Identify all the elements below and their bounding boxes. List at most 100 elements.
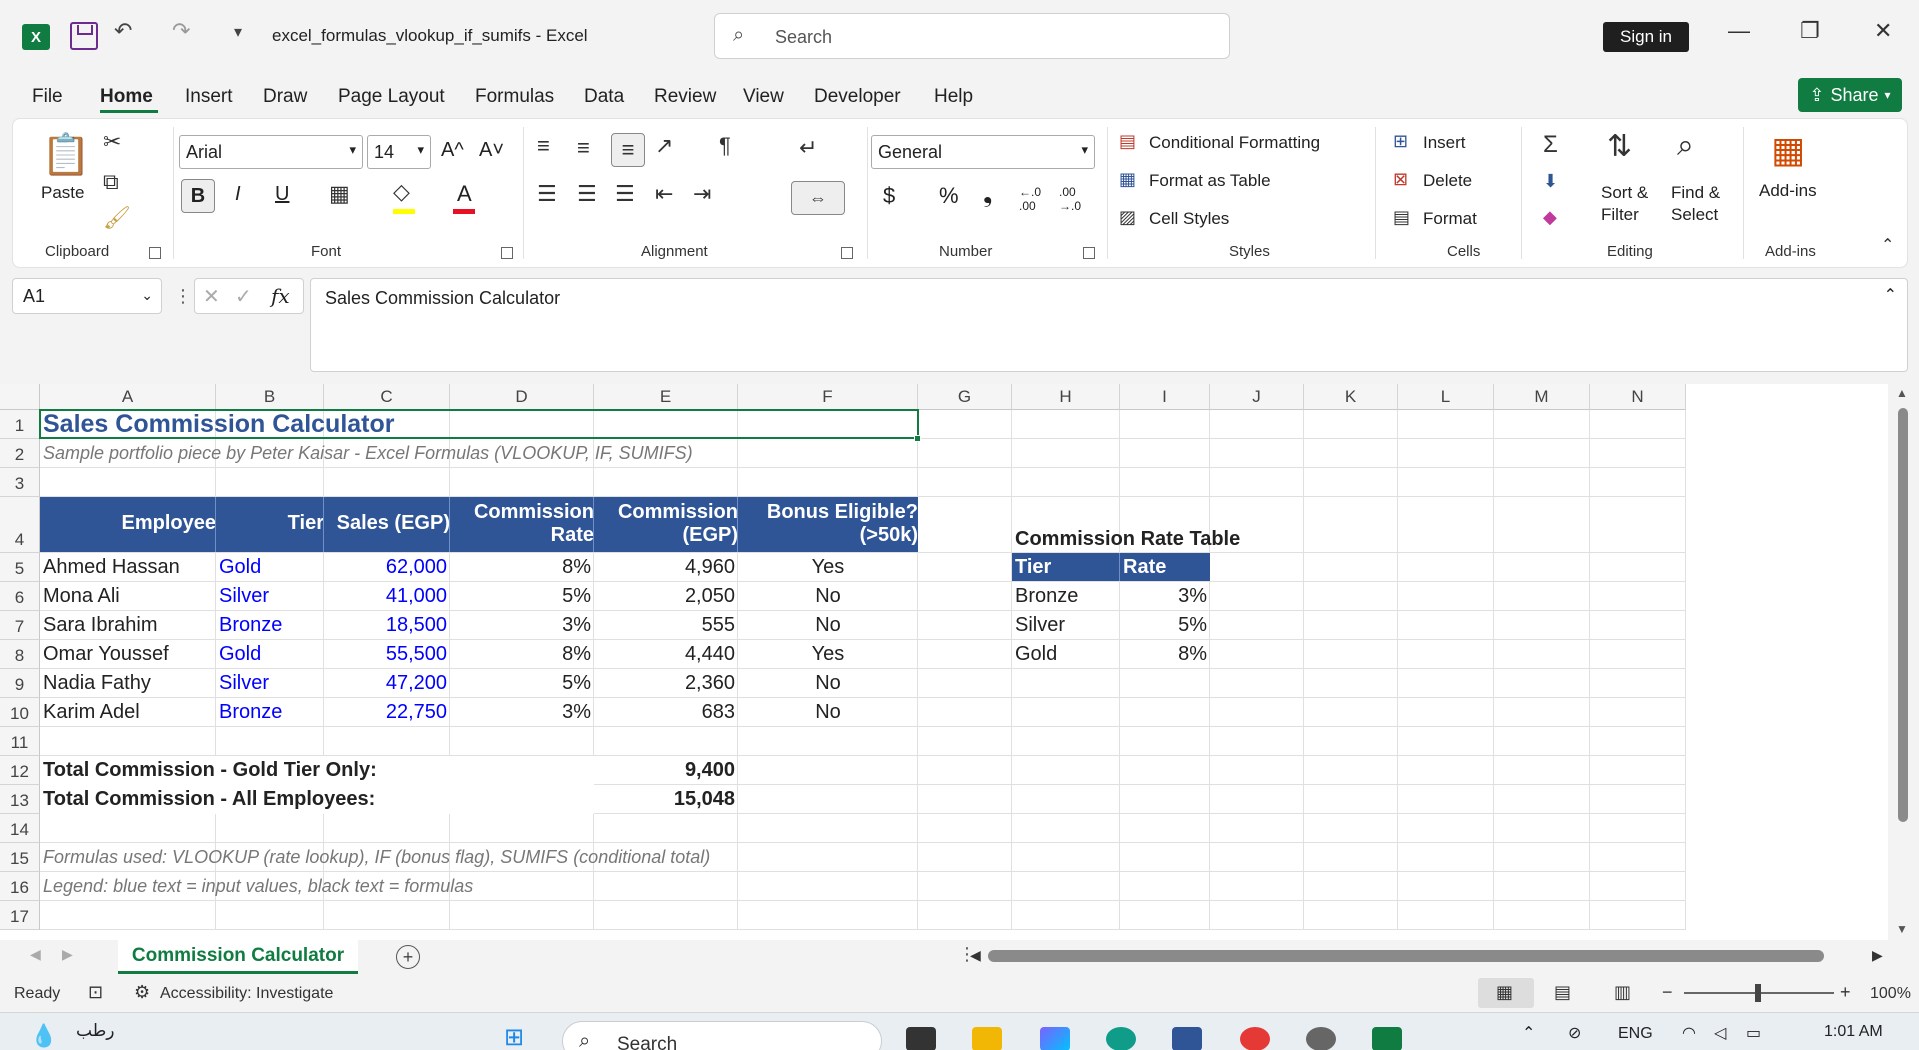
- page-layout-view-icon[interactable]: ▤: [1554, 982, 1571, 1003]
- font-launcher-icon[interactable]: [501, 247, 513, 259]
- tier-value[interactable]: Gold: [216, 553, 324, 582]
- vertical-scroll-thumb[interactable]: [1898, 408, 1908, 822]
- number-launcher-icon[interactable]: [1083, 247, 1095, 259]
- wrap-text-icon[interactable]: ↵: [799, 135, 817, 161]
- tab-file[interactable]: File: [32, 86, 63, 108]
- macro-record-icon[interactable]: ⊡: [88, 982, 103, 1003]
- row-header-5[interactable]: 5: [0, 553, 40, 582]
- sort-filter-button[interactable]: Sort &: [1601, 183, 1648, 203]
- increase-indent-icon[interactable]: ⇥: [693, 181, 711, 207]
- column-header-h[interactable]: H: [1012, 384, 1120, 410]
- clock[interactable]: 1:01 AM: [1824, 1023, 1883, 1041]
- commission-rate-value[interactable]: 8%: [450, 640, 594, 669]
- header-employee[interactable]: Employee: [40, 497, 216, 553]
- shrink-font-button[interactable]: A˅: [479, 139, 504, 162]
- chrome-icon[interactable]: [1240, 1027, 1270, 1050]
- row-header-6[interactable]: 6: [0, 582, 40, 611]
- align-top-icon[interactable]: ≡: [537, 133, 550, 159]
- alignment-launcher-icon[interactable]: [841, 247, 853, 259]
- decrease-decimal-button[interactable]: .00 →.0: [1059, 185, 1089, 213]
- borders-icon[interactable]: ▦: [329, 181, 350, 207]
- column-header-i[interactable]: I: [1120, 384, 1210, 410]
- rate-table-tier[interactable]: Silver: [1012, 611, 1120, 640]
- fill-color-icon[interactable]: ◇: [393, 179, 410, 205]
- sales-value[interactable]: 41,000: [324, 582, 450, 611]
- start-icon[interactable]: ⊞: [504, 1023, 524, 1050]
- bonus-eligible-value[interactable]: No: [738, 698, 918, 727]
- sales-value[interactable]: 18,500: [324, 611, 450, 640]
- insert-function-button[interactable]: fx: [271, 284, 290, 308]
- copy-icon[interactable]: ⧉: [103, 169, 119, 195]
- row-header-12[interactable]: 12: [0, 756, 40, 785]
- row-header-1[interactable]: 1: [0, 410, 40, 439]
- currency-button[interactable]: $: [883, 183, 895, 209]
- align-middle-icon[interactable]: ≡: [577, 135, 590, 161]
- font-color-button[interactable]: A: [457, 181, 472, 207]
- employee-name[interactable]: Nadia Fathy: [40, 669, 216, 698]
- more-options-icon[interactable]: ⋮: [174, 286, 192, 307]
- increase-decimal-button[interactable]: ←.0 .00: [1019, 185, 1049, 213]
- gold-total-label[interactable]: Total Commission - Gold Tier Only:: [40, 756, 594, 785]
- employee-name[interactable]: Mona Ali: [40, 582, 216, 611]
- find-select-button-line2[interactable]: Select: [1671, 205, 1718, 225]
- commission-rate-value[interactable]: 3%: [450, 611, 594, 640]
- clear-icon[interactable]: ◆: [1543, 207, 1557, 228]
- commission-value[interactable]: 2,050: [594, 582, 738, 611]
- zoom-level[interactable]: 100%: [1870, 985, 1911, 1003]
- row-header-4[interactable]: 4: [0, 497, 40, 553]
- employee-name[interactable]: Karim Adel: [40, 698, 216, 727]
- orientation-icon[interactable]: ↗: [655, 133, 673, 159]
- share-button[interactable]: ⇪ Share ▾: [1798, 78, 1902, 112]
- page-break-view-icon[interactable]: ▥: [1614, 982, 1631, 1003]
- search-box[interactable]: ⌕ Search: [714, 13, 1230, 59]
- cut-icon[interactable]: ✂: [103, 129, 121, 155]
- sales-value[interactable]: 47,200: [324, 669, 450, 698]
- decrease-indent-icon[interactable]: ⇤: [655, 181, 673, 207]
- settings-icon[interactable]: [1306, 1027, 1336, 1050]
- column-header-l[interactable]: L: [1398, 384, 1494, 410]
- zoom-in-button[interactable]: +: [1840, 982, 1851, 1003]
- collapse-formula-bar-icon[interactable]: ⌃: [1884, 285, 1897, 305]
- underline-button[interactable]: U: [275, 183, 289, 206]
- sort-filter-button-line2[interactable]: Filter: [1601, 205, 1639, 225]
- worksheet-grid[interactable]: A B C D E F G H I J K L M N 1 2 3 4 5 6 7 8 9 10 11 12 13 14 15 16 17 S…: [0, 384, 1888, 940]
- row-header-9[interactable]: 9: [0, 669, 40, 698]
- tab-insert[interactable]: Insert: [185, 86, 233, 108]
- commission-rate-value[interactable]: 5%: [450, 669, 594, 698]
- font-size-select[interactable]: 14 ▾: [367, 135, 431, 169]
- edge-icon[interactable]: [1106, 1027, 1136, 1050]
- fill-icon[interactable]: ⬇: [1543, 171, 1558, 192]
- font-name-select[interactable]: Arial ▾: [179, 135, 363, 169]
- rate-table-tier[interactable]: Gold: [1012, 640, 1120, 669]
- tab-data[interactable]: Data: [584, 86, 624, 108]
- language-indicator[interactable]: ENG: [1618, 1025, 1653, 1043]
- row-header-7[interactable]: 7: [0, 611, 40, 640]
- column-header-e[interactable]: E: [594, 384, 738, 410]
- file-explorer-icon[interactable]: [972, 1027, 1002, 1050]
- commission-rate-value[interactable]: 3%: [450, 698, 594, 727]
- show-hidden-icons-icon[interactable]: ⌃: [1522, 1023, 1535, 1043]
- bonus-eligible-value[interactable]: No: [738, 669, 918, 698]
- legend-note[interactable]: Legend: blue text = input values, black …: [40, 872, 1210, 901]
- column-header-m[interactable]: M: [1494, 384, 1590, 410]
- rate-table-tier[interactable]: Bronze: [1012, 582, 1120, 611]
- rate-table-title[interactable]: Commission Rate Table: [1012, 497, 1240, 553]
- row-header-2[interactable]: 2: [0, 439, 40, 468]
- column-header-j[interactable]: J: [1210, 384, 1304, 410]
- battery-icon[interactable]: ▭: [1746, 1023, 1761, 1043]
- store-icon[interactable]: [1172, 1027, 1202, 1050]
- column-header-g[interactable]: G: [918, 384, 1012, 410]
- excel-taskbar-icon[interactable]: [1372, 1027, 1402, 1050]
- collapse-ribbon-icon[interactable]: ⌃: [1881, 235, 1894, 255]
- tab-view[interactable]: View: [743, 86, 784, 108]
- bold-button[interactable]: B: [181, 179, 215, 213]
- gold-total-value[interactable]: 9,400: [594, 756, 738, 785]
- restore-icon[interactable]: ❐: [1800, 18, 1820, 44]
- scroll-up-icon[interactable]: ▲: [1896, 386, 1908, 400]
- tier-value[interactable]: Gold: [216, 640, 324, 669]
- row-header-3[interactable]: 3: [0, 468, 40, 497]
- row-header-14[interactable]: 14: [0, 814, 40, 843]
- column-header-a[interactable]: A: [40, 384, 216, 410]
- tab-home[interactable]: Home: [100, 86, 153, 108]
- tier-value[interactable]: Bronze: [216, 611, 324, 640]
